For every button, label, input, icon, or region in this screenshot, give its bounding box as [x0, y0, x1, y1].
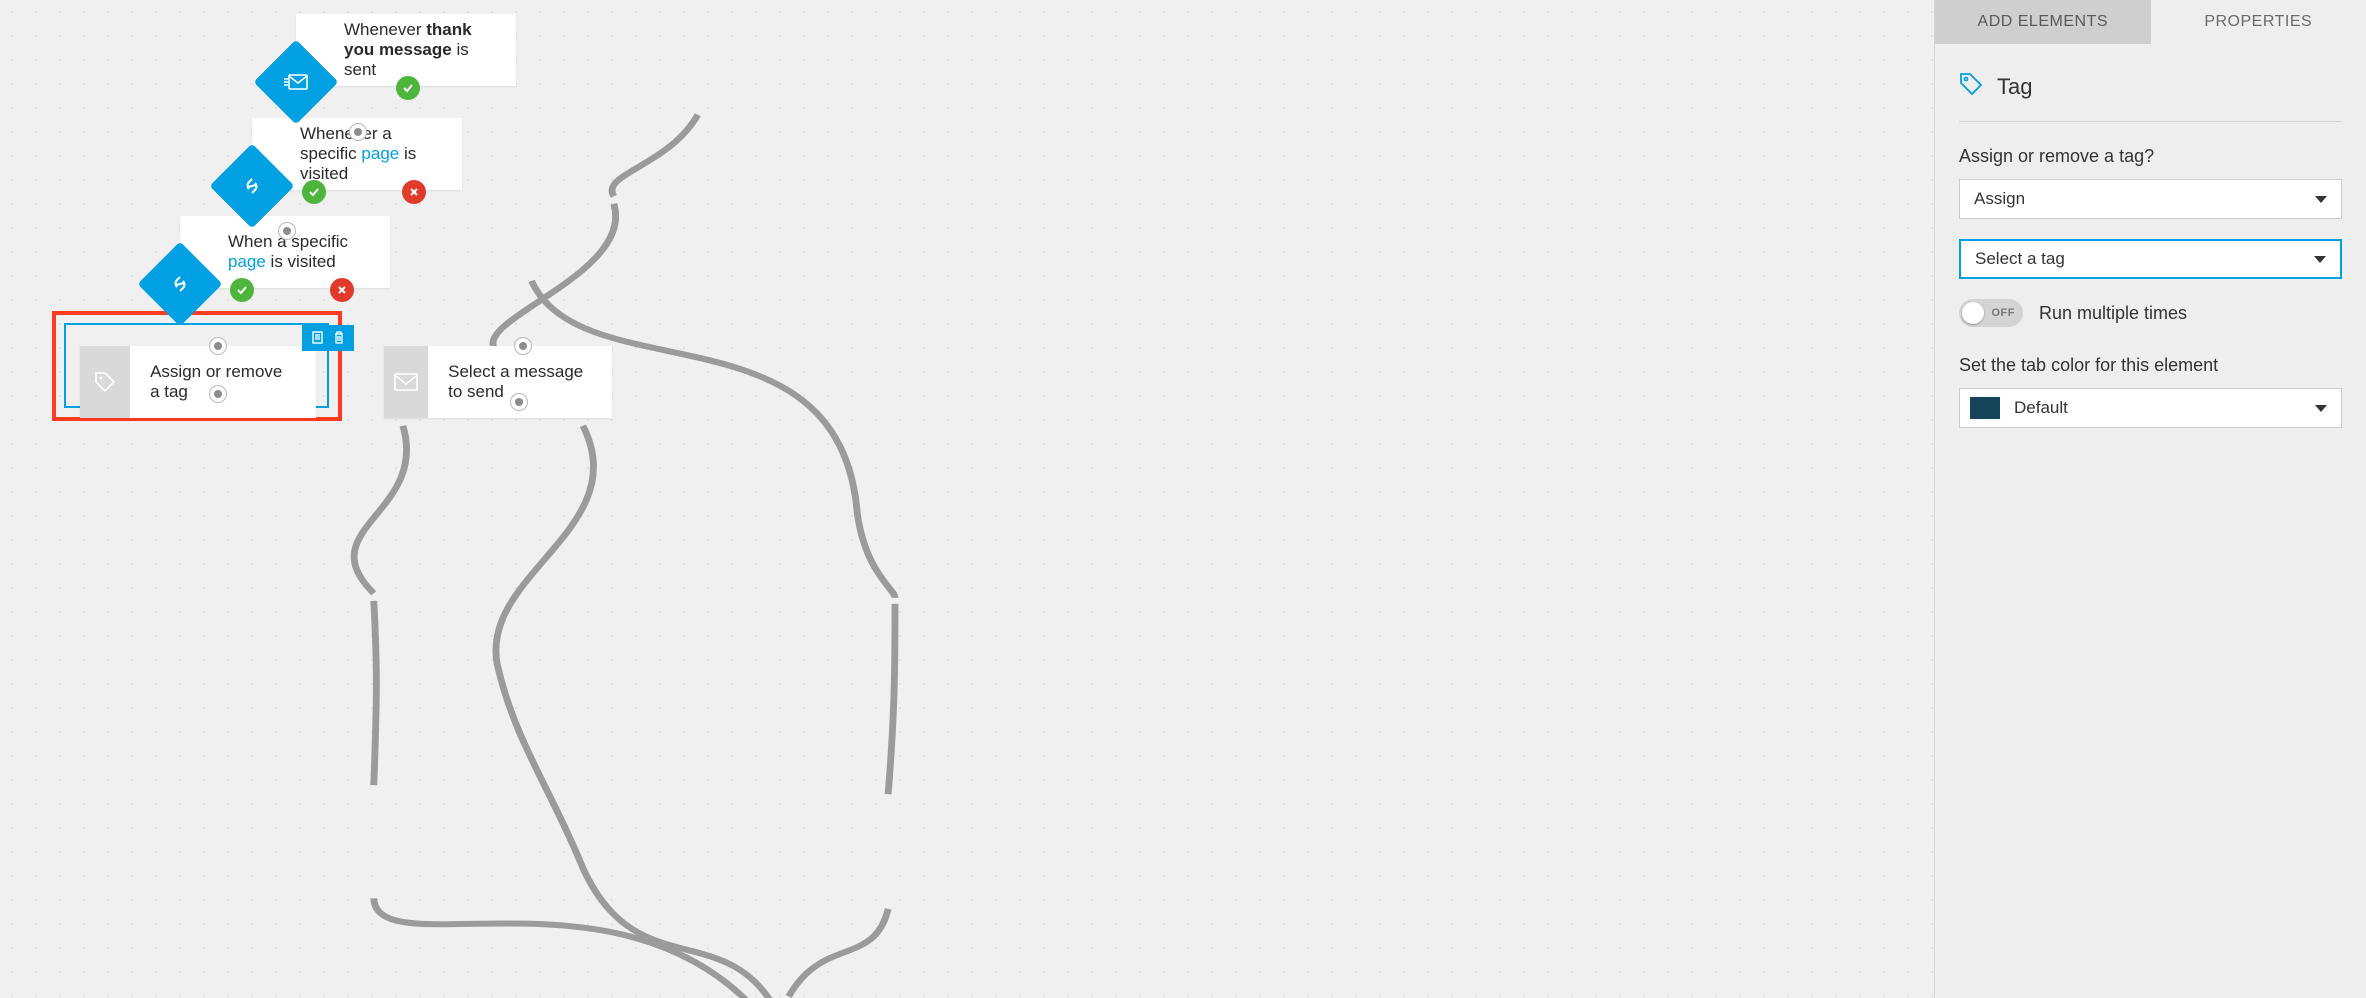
select-color-value: Default [2014, 398, 2068, 418]
sidebar: ADD ELEMENTS PROPERTIES Tag Assign or re… [1934, 0, 2366, 998]
connector-port[interactable] [209, 337, 227, 355]
tag-icon [80, 346, 130, 418]
delete-button[interactable] [329, 328, 349, 348]
sidebar-tabs: ADD ELEMENTS PROPERTIES [1935, 0, 2366, 44]
tab-add-elements[interactable]: ADD ELEMENTS [1935, 0, 2151, 44]
outcome-yes-icon[interactable] [302, 180, 326, 204]
select-action-value: Assign [1974, 189, 2025, 209]
workflow-canvas[interactable]: Whenever thank you message is sent Whene… [0, 0, 1934, 998]
select-action[interactable]: Assign [1959, 179, 2342, 219]
caret-down-icon [2315, 405, 2327, 412]
properties-panel: Tag Assign or remove a tag? Assign Selec… [1935, 44, 2366, 456]
node-text: Whenever a specific page is visited [300, 124, 442, 184]
caret-down-icon [2315, 196, 2327, 203]
toggle-state: OFF [1992, 307, 2016, 319]
node-text: Whenever thank you message is sent [344, 20, 496, 80]
outcome-no-icon[interactable] [330, 278, 354, 302]
select-tag-placeholder: Select a tag [1975, 249, 2065, 269]
color-swatch [1970, 397, 2000, 419]
outcome-yes-icon[interactable] [230, 278, 254, 302]
caret-down-icon [2314, 256, 2326, 263]
toggle-knob [1962, 302, 1984, 324]
label-color: Set the tab color for this element [1959, 355, 2342, 376]
node-trigger-message-sent[interactable]: Whenever thank you message is sent [296, 14, 516, 86]
connector-port[interactable] [510, 393, 528, 411]
tag-icon [1959, 72, 1983, 101]
connector-port[interactable] [209, 385, 227, 403]
duplicate-button[interactable] [307, 328, 327, 348]
outcome-no-icon[interactable] [402, 180, 426, 204]
node-text: When a specific page is visited [228, 232, 370, 272]
outcome-yes-icon[interactable] [396, 76, 420, 100]
toggle-label: Run multiple times [2039, 303, 2187, 324]
node-action-select-message[interactable]: Select a message to send [384, 346, 612, 418]
tab-properties[interactable]: PROPERTIES [2151, 0, 2366, 44]
mail-icon [384, 346, 428, 418]
toggle-run-multiple[interactable]: OFF [1959, 299, 2023, 327]
select-tag[interactable]: Select a tag [1959, 239, 2342, 279]
connector-port[interactable] [514, 337, 532, 355]
select-color[interactable]: Default [1959, 388, 2342, 428]
panel-title: Tag [1997, 74, 2032, 100]
selection-toolbar [302, 325, 354, 351]
connector-port[interactable] [278, 222, 296, 240]
label-action: Assign or remove a tag? [1959, 146, 2342, 167]
node-action-assign-tag[interactable]: Assign or remove a tag [80, 346, 316, 418]
connector-port[interactable] [349, 123, 367, 141]
